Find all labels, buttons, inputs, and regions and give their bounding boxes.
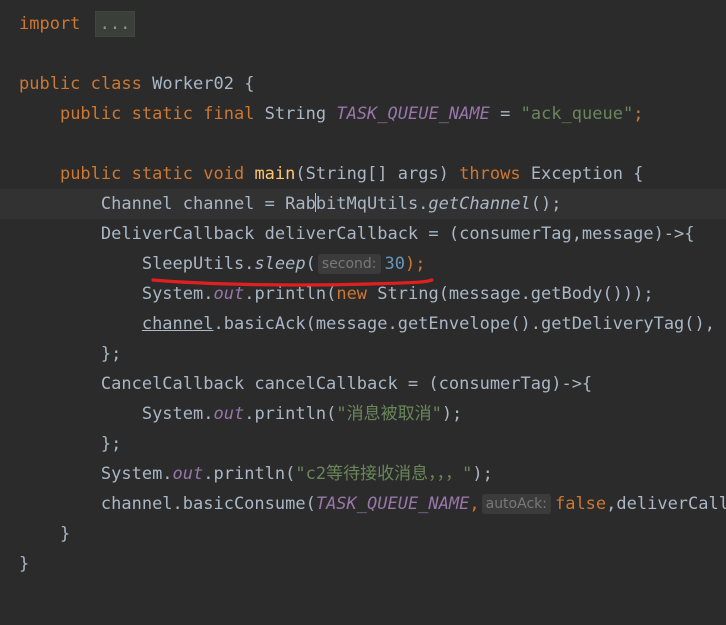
import-keyword: import	[19, 14, 81, 34]
println-call: .println(	[244, 404, 337, 424]
method-modifiers: public static void	[59, 164, 245, 184]
fold-end-icon[interactable]	[4, 437, 17, 451]
system-class: System.	[100, 464, 173, 484]
open-brace: {	[233, 74, 255, 94]
throws-keyword: throws	[459, 164, 521, 184]
code-line[interactable]: public static final String TASK_QUEUE_NA…	[0, 99, 726, 129]
println-call: .println(	[203, 464, 296, 484]
class-keyword: public class	[19, 74, 142, 94]
call-end: ();	[530, 194, 562, 214]
string-literal: "消息被取消"	[336, 404, 442, 424]
call-close: );	[405, 254, 426, 274]
lambda-close: };	[100, 344, 122, 364]
fold-collapse-icon[interactable]	[4, 227, 17, 241]
code-line[interactable]: channel.basicAck(message.getEnvelope().g…	[0, 309, 726, 339]
fold-collapse-icon[interactable]	[4, 167, 17, 181]
fold-end-icon[interactable]	[4, 377, 17, 391]
code-editor[interactable]: import ... public class Worker02 { publi…	[0, 9, 726, 579]
collapsed-imports[interactable]: ...	[94, 11, 136, 37]
sleep-method: sleep	[254, 254, 306, 274]
method-name: main	[254, 164, 296, 184]
red-underline-annotation	[151, 278, 434, 287]
cancel-callback-decl: CancelCallback cancelCallback = (consume…	[100, 374, 593, 394]
false-keyword: false	[554, 494, 607, 514]
equals-sign: =	[489, 104, 521, 124]
lambda-close: };	[100, 434, 122, 454]
code-line[interactable]: System.out.println("c2等待接收消息，，，");	[0, 459, 726, 489]
basic-ack-call: .basicAck(message.getEnvelope().getDeliv…	[213, 314, 726, 334]
parameter-hint-autoack: autoAck:	[481, 494, 551, 514]
call-end: );	[441, 404, 463, 424]
out-field: out	[213, 404, 245, 424]
code-line[interactable]: }	[0, 519, 726, 549]
field-type: String	[264, 104, 327, 124]
code-line[interactable]	[0, 129, 726, 159]
sleep-utils-class: SleepUtils.	[141, 254, 255, 274]
fold-expand-icon[interactable]	[4, 17, 17, 31]
number-literal: 30	[384, 254, 405, 274]
string-literal: "ack_queue"	[520, 104, 634, 124]
code-line[interactable]: channel.basicConsume(TASK_QUEUE_NAME, aut…	[0, 489, 726, 519]
call-end: );	[472, 464, 493, 484]
channel-decl-class: bitMqUtils.	[315, 194, 429, 214]
fold-end-icon[interactable]	[4, 347, 17, 361]
string-literal: "c2等待接收消息，，，"	[295, 464, 473, 484]
code-line[interactable]	[0, 39, 726, 69]
basic-consume-call: channel.basicConsume(	[100, 494, 316, 514]
get-channel-call: getChannel	[428, 194, 531, 214]
constant-name: TASK_QUEUE_NAME	[336, 104, 490, 124]
method-close-brace: }	[59, 524, 71, 544]
code-line[interactable]: public static void main(String[] args) t…	[0, 159, 726, 189]
class-close-brace: }	[19, 554, 30, 574]
deliver-callback-decl: DeliverCallback deliverCallback = (consu…	[100, 224, 695, 244]
exception-clause: Exception {	[520, 164, 644, 184]
code-line[interactable]: SleepUtils.sleep(second: 30);	[0, 249, 726, 279]
parameter-hint-second: second:	[317, 254, 381, 274]
semicolon: ;	[633, 104, 644, 124]
code-line[interactable]: };	[0, 429, 726, 459]
code-line[interactable]: };	[0, 339, 726, 369]
channel-variable: channel	[141, 314, 214, 334]
code-line[interactable]: import ...	[0, 9, 726, 39]
code-line[interactable]: System.out.println("消息被取消");	[0, 399, 726, 429]
code-line[interactable]: CancelCallback cancelCallback = (consume…	[0, 369, 726, 399]
field-modifiers: public static final	[59, 104, 255, 124]
class-name: Worker02	[152, 74, 234, 94]
code-line[interactable]: public class Worker02 {	[0, 69, 726, 99]
code-line[interactable]: }	[0, 549, 726, 579]
constant-name: TASK_QUEUE_NAME	[315, 494, 470, 514]
code-line[interactable]: DeliverCallback deliverCallback = (consu…	[0, 219, 726, 249]
comma: ,	[469, 494, 480, 514]
channel-decl-start: Channel channel = Rab	[100, 194, 316, 214]
code-line-current[interactable]: Channel channel = RabbitMqUtils.getChann…	[0, 189, 726, 219]
system-class: System.	[141, 404, 214, 424]
method-params: (String[] args)	[295, 164, 460, 184]
open-paren: (	[305, 254, 316, 274]
out-field: out	[172, 464, 204, 484]
basic-consume-args: ,deliverCallback, cancelCallback);	[606, 494, 726, 514]
